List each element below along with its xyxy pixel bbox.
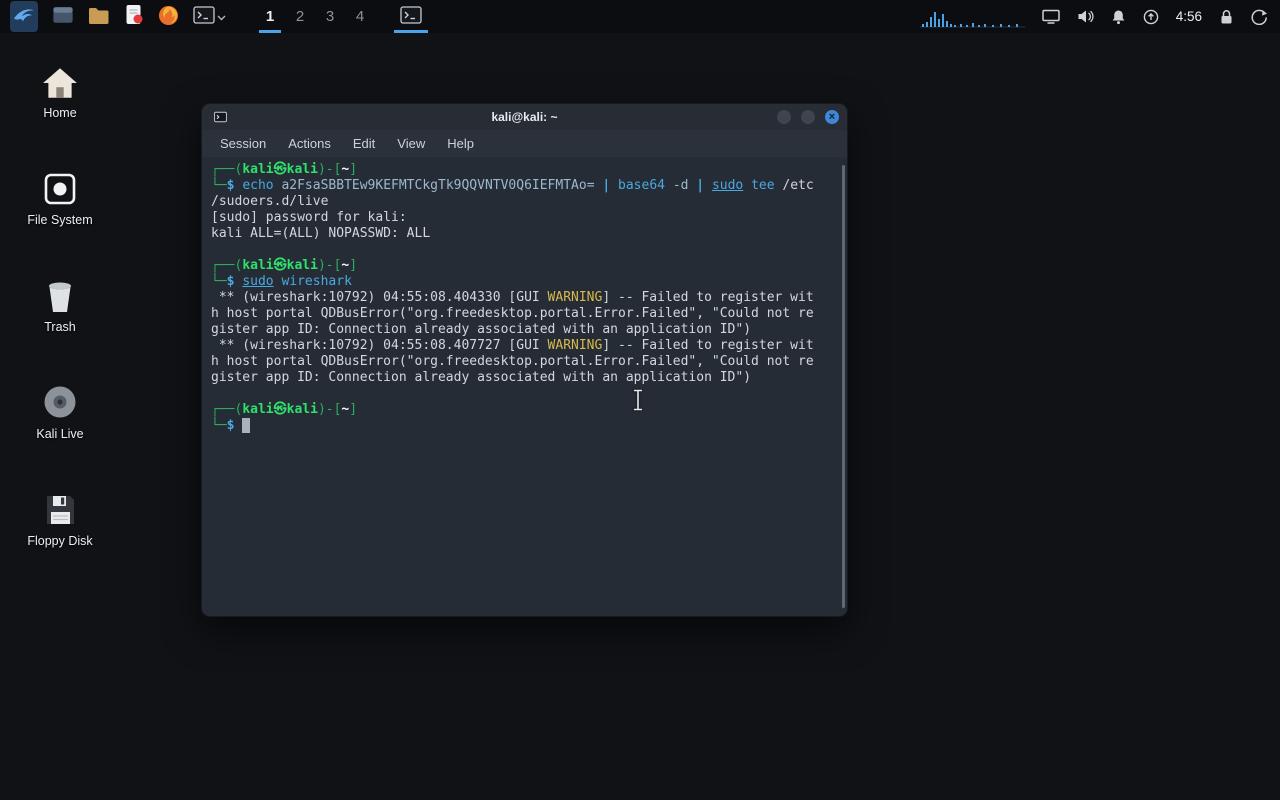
- menu-actions[interactable]: Actions: [278, 132, 341, 155]
- system-monitor-graph[interactable]: [920, 5, 1025, 29]
- volume-icon[interactable]: [1077, 9, 1094, 24]
- text-editor-icon: [124, 4, 144, 29]
- terminal-line: h host portal QDBusError("org.freedeskto…: [211, 354, 838, 370]
- folder-launcher[interactable]: [81, 0, 117, 33]
- desktop-icon-file-system[interactable]: File System: [20, 163, 100, 227]
- kali-menu-button[interactable]: [0, 0, 45, 33]
- titlebar[interactable]: kali@kali: ~ ×: [202, 104, 847, 130]
- session-restart-icon[interactable]: [1251, 9, 1268, 25]
- terminal-line: ┌──(kali㉿kali)-[~]: [211, 402, 838, 418]
- minimize-button[interactable]: [777, 110, 791, 124]
- terminal-launcher[interactable]: [186, 0, 233, 33]
- workspace-1[interactable]: 1: [255, 0, 285, 33]
- desktop-icon-kali-live[interactable]: Kali Live: [20, 377, 100, 441]
- menubar: Session Actions Edit View Help: [202, 130, 847, 157]
- top-panel: 1 2 3 4: [0, 0, 1280, 33]
- terminal-line: [211, 242, 838, 258]
- icon-label: Trash: [20, 320, 100, 334]
- terminal-line: └─$ sudo wireshark: [211, 274, 838, 290]
- icon-label: File System: [20, 213, 100, 227]
- kali-dragon-icon: [10, 1, 38, 32]
- home-icon: [20, 56, 100, 100]
- window-title: kali@kali: ~: [202, 110, 847, 124]
- scrollbar-thumb[interactable]: [842, 165, 845, 608]
- window-terminal-icon: [214, 111, 227, 123]
- workspace-3[interactable]: 3: [315, 0, 345, 33]
- panel-left: 1 2 3 4: [0, 0, 431, 33]
- text-editor-launcher[interactable]: [117, 0, 151, 33]
- panel-right: 4:56: [920, 0, 1280, 33]
- firefox-icon: [158, 5, 179, 29]
- trash-icon: [20, 270, 100, 314]
- desktop-icon-floppy-disk[interactable]: Floppy Disk: [20, 484, 100, 548]
- terminal-icon: [193, 5, 215, 28]
- terminal-line: /sudoers.d/live: [211, 194, 838, 210]
- terminal-line: ┌──(kali㉿kali)-[~]: [211, 162, 838, 178]
- terminal-line: ** (wireshark:10792) 04:55:08.407727 [GU…: [211, 338, 838, 354]
- terminal-line: └─$ echo a2FsaSBBTEw9KEFMTCkgTk9QQVNTV0Q…: [211, 178, 838, 194]
- menu-view[interactable]: View: [387, 132, 435, 155]
- terminal-line: gister app ID: Connection already associ…: [211, 370, 838, 386]
- terminal-line: [211, 386, 838, 402]
- icon-label: Home: [20, 106, 100, 120]
- lock-screen-icon[interactable]: [1219, 9, 1234, 25]
- disc-icon: [20, 377, 100, 421]
- terminal-window: kali@kali: ~ × Session Actions Edit View…: [201, 103, 848, 617]
- folder-icon: [88, 6, 110, 28]
- file-manager-launcher[interactable]: [45, 0, 81, 33]
- close-button[interactable]: ×: [825, 110, 839, 124]
- terminal-line: gister app ID: Connection already associ…: [211, 322, 838, 338]
- taskbar-terminal-button[interactable]: [391, 0, 431, 33]
- icon-label: Kali Live: [20, 427, 100, 441]
- menu-help[interactable]: Help: [437, 132, 484, 155]
- window-controls: ×: [777, 110, 839, 124]
- terminal-line: ** (wireshark:10792) 04:55:08.404330 [GU…: [211, 290, 838, 306]
- terminal-icon: [400, 5, 422, 28]
- floppy-icon: [20, 484, 100, 528]
- notifications-bell-icon[interactable]: [1111, 9, 1126, 25]
- clock[interactable]: 4:56: [1176, 9, 1202, 24]
- chevron-down-icon: [217, 9, 226, 24]
- updates-icon[interactable]: [1143, 9, 1159, 25]
- file-manager-icon: [52, 5, 74, 28]
- workspace-switcher: 1 2 3 4: [255, 0, 375, 33]
- display-icon[interactable]: [1042, 8, 1060, 25]
- workspace-4[interactable]: 4: [345, 0, 375, 33]
- desktop-icon-trash[interactable]: Trash: [20, 270, 100, 334]
- desktop-icon-home[interactable]: Home: [20, 56, 100, 120]
- terminal-line: [sudo] password for kali:: [211, 210, 838, 226]
- menu-edit[interactable]: Edit: [343, 132, 385, 155]
- workspace-2[interactable]: 2: [285, 0, 315, 33]
- icon-label: Floppy Disk: [20, 534, 100, 548]
- menu-session[interactable]: Session: [210, 132, 276, 155]
- file-system-icon: [20, 163, 100, 207]
- terminal-line: └─$: [211, 418, 838, 434]
- terminal-line: h host portal QDBusError("org.freedeskto…: [211, 306, 838, 322]
- firefox-launcher[interactable]: [151, 0, 186, 33]
- terminal-line: kali ALL=(ALL) NOPASSWD: ALL: [211, 226, 838, 242]
- maximize-button[interactable]: [801, 110, 815, 124]
- terminal-output[interactable]: ┌──(kali㉿kali)-[~]└─$ echo a2FsaSBBTEw9K…: [202, 157, 847, 616]
- terminal-line: ┌──(kali㉿kali)-[~]: [211, 258, 838, 274]
